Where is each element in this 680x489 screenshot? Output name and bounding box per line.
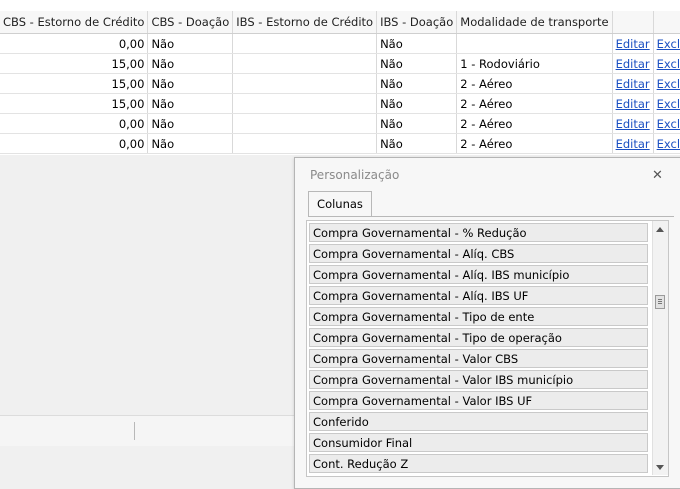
edit-cell: Editar xyxy=(612,73,654,94)
header-delete xyxy=(653,11,680,34)
cell-ibs-doacao: Não xyxy=(376,133,458,154)
cell-cbs-doacao: Não xyxy=(147,133,234,154)
cell-modalidade xyxy=(456,33,613,54)
delete-cell: Excluir xyxy=(653,113,680,134)
cell-ibs-doacao: Não xyxy=(376,53,458,74)
delete-link[interactable]: Excluir xyxy=(657,37,680,51)
edit-link[interactable]: Editar xyxy=(616,137,650,151)
panel-title: Personalização xyxy=(310,168,400,182)
scrollbar-thumb[interactable] xyxy=(655,294,665,309)
cell-cbs-doacao: Não xyxy=(147,53,234,74)
cell-modalidade: 1 - Rodoviário xyxy=(456,53,613,74)
data-grid: CBS - Estorno de Crédito CBS - Doação IB… xyxy=(0,0,680,155)
cell-ibs-doacao: Não xyxy=(376,73,458,94)
edit-link[interactable]: Editar xyxy=(616,77,650,91)
delete-link[interactable]: Excluir xyxy=(657,97,680,111)
edit-cell: Editar xyxy=(612,53,654,74)
table-row[interactable]: 15,00NãoNão2 - AéreoEditarExcluir xyxy=(0,93,680,114)
delete-link[interactable]: Excluir xyxy=(657,57,680,71)
column-list-item[interactable]: Compra Governamental - Alíq. IBS municíp… xyxy=(309,265,648,284)
column-list-item[interactable]: Conferido xyxy=(309,412,648,431)
table-row[interactable]: 0,00NãoNão2 - AéreoEditarExcluir xyxy=(0,113,680,134)
delete-cell: Excluir xyxy=(653,73,680,94)
column-list-item[interactable]: Compra Governamental - Alíq. IBS UF xyxy=(309,286,648,305)
cell-ibs-doacao: Não xyxy=(376,113,458,134)
edit-cell: Editar xyxy=(612,113,654,134)
columns-listbox[interactable]: Compra Governamental - % Redução Compra G… xyxy=(306,220,669,477)
cell-ibs-doacao: Não xyxy=(376,93,458,114)
edit-cell: Editar xyxy=(612,93,654,114)
header-ibs-doacao[interactable]: IBS - Doação xyxy=(376,11,458,34)
cell-modalidade: 2 - Aéreo xyxy=(456,93,613,114)
delete-cell: Excluir xyxy=(653,93,680,114)
cell-cbs-doacao: Não xyxy=(147,33,234,54)
tab-divider xyxy=(308,216,674,217)
cell-cbs-estorno: 15,00 xyxy=(0,53,149,74)
scroll-down-arrow-icon[interactable] xyxy=(656,465,664,470)
footer-separator xyxy=(134,422,135,440)
scroll-up-arrow-icon[interactable] xyxy=(656,227,664,232)
column-list-item[interactable]: Consumidor Final xyxy=(309,433,648,452)
delete-link[interactable]: Excluir xyxy=(657,117,680,131)
delete-link[interactable]: Excluir xyxy=(657,77,680,91)
cell-cbs-doacao: Não xyxy=(147,73,234,94)
cell-cbs-estorno: 15,00 xyxy=(0,93,149,114)
table-row[interactable]: 15,00NãoNão2 - AéreoEditarExcluir xyxy=(0,73,680,94)
cell-cbs-doacao: Não xyxy=(147,113,234,134)
cell-ibs-estorno xyxy=(232,93,378,114)
header-cbs-doacao[interactable]: CBS - Doação xyxy=(147,11,234,34)
cell-ibs-estorno xyxy=(232,33,378,54)
header-ibs-estorno[interactable]: IBS - Estorno de Crédito xyxy=(232,11,378,34)
cell-cbs-estorno: 0,00 xyxy=(0,33,149,54)
edit-cell: Editar xyxy=(612,133,654,154)
edit-link[interactable]: Editar xyxy=(616,117,650,131)
cell-cbs-estorno: 0,00 xyxy=(0,113,149,134)
cell-modalidade: 2 - Aéreo xyxy=(456,73,613,94)
header-edit xyxy=(612,11,654,34)
column-list-item[interactable]: Compra Governamental - Alíq. CBS xyxy=(309,244,648,263)
delete-cell: Excluir xyxy=(653,53,680,74)
cell-ibs-estorno xyxy=(232,53,378,74)
cell-modalidade: 2 - Aéreo xyxy=(456,113,613,134)
column-list-item[interactable]: Compra Governamental - % Redução xyxy=(309,223,648,242)
cell-cbs-estorno: 15,00 xyxy=(0,73,149,94)
grid-header-row: CBS - Estorno de Crédito CBS - Doação IB… xyxy=(0,11,680,34)
delete-cell: Excluir xyxy=(653,133,680,154)
cell-cbs-doacao: Não xyxy=(147,93,234,114)
column-list-item[interactable]: Compra Governamental - Valor IBS UF xyxy=(309,391,648,410)
edit-link[interactable]: Editar xyxy=(616,37,650,51)
vertical-scrollbar[interactable] xyxy=(652,221,668,475)
cell-ibs-estorno xyxy=(232,133,378,154)
column-list-item[interactable]: Compra Governamental - Tipo de operação xyxy=(309,328,648,347)
column-list-item[interactable]: Cont. Redução Z xyxy=(309,454,648,473)
header-cbs-estorno[interactable]: CBS - Estorno de Crédito xyxy=(0,11,149,34)
cell-modalidade: 2 - Aéreo xyxy=(456,133,613,154)
column-list-item[interactable]: Compra Governamental - Tipo de ente xyxy=(309,307,648,326)
delete-cell: Excluir xyxy=(653,33,680,54)
edit-cell: Editar xyxy=(612,33,654,54)
cell-cbs-estorno: 0,00 xyxy=(0,133,149,154)
table-row[interactable]: 0,00NãoNãoEditarExcluir xyxy=(0,33,680,54)
delete-link[interactable]: Excluir xyxy=(657,137,680,151)
table-row[interactable]: 0,00NãoNão2 - AéreoEditarExcluir xyxy=(0,133,680,154)
cell-ibs-doacao: Não xyxy=(376,33,458,54)
column-list-item[interactable]: Compra Governamental - Valor IBS municíp… xyxy=(309,370,648,389)
header-modalidade[interactable]: Modalidade de transporte xyxy=(456,11,613,34)
table-row[interactable]: 15,00NãoNão1 - RodoviárioEditarExcluir xyxy=(0,53,680,74)
edit-link[interactable]: Editar xyxy=(616,57,650,71)
cell-ibs-estorno xyxy=(232,73,378,94)
edit-link[interactable]: Editar xyxy=(616,97,650,111)
close-icon[interactable]: ✕ xyxy=(652,168,663,183)
column-list-item[interactable]: Compra Governamental - Valor CBS xyxy=(309,349,648,368)
grid-table: CBS - Estorno de Crédito CBS - Doação IB… xyxy=(0,11,680,154)
tab-columns[interactable]: Colunas xyxy=(308,191,372,217)
personalization-panel: Personalização ✕ Colunas Compra Governam… xyxy=(294,157,680,489)
cell-ibs-estorno xyxy=(232,113,378,134)
